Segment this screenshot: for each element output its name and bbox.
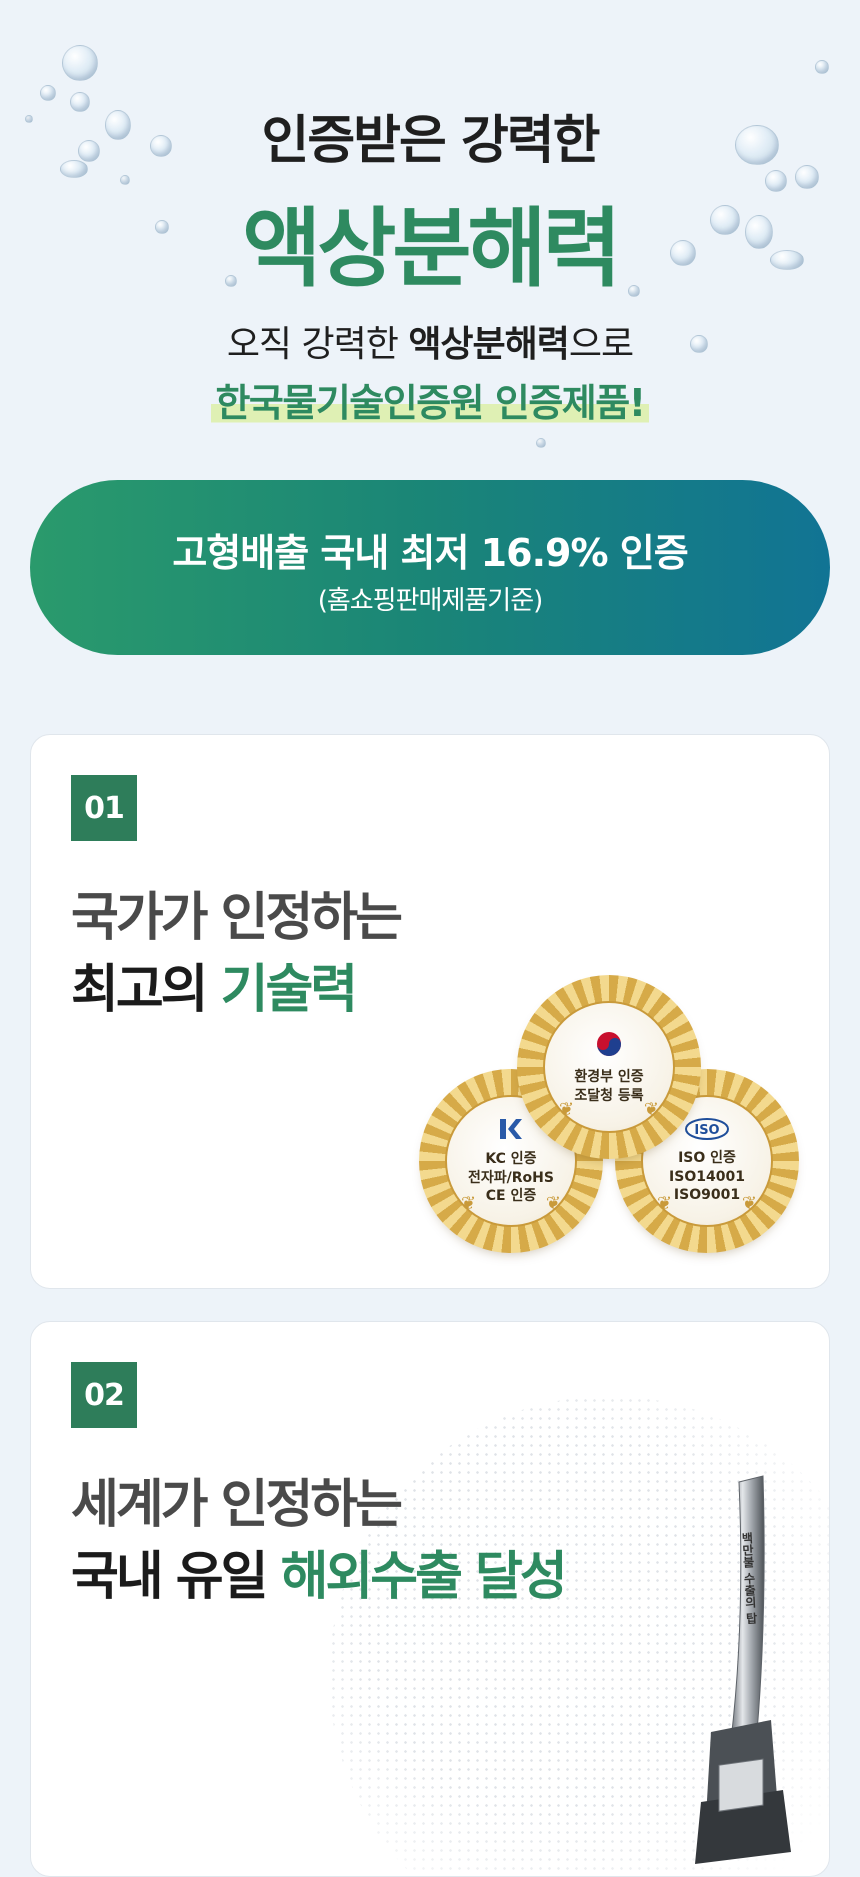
card-heading-line2: 국내 유일 해외수출 달성: [71, 1534, 568, 1609]
hero-title: 액상분해력: [242, 199, 622, 299]
certification-pill: 고형배출 국내 최저 16.9% 인증 (홈쇼핑판매제품기준): [30, 480, 830, 655]
feature-card-export: 02 세계가 인정하는 국내 유일 해외수출 달성 백만불 수출의 탑: [30, 1321, 830, 1877]
medal-kc-line2: 전자파/RoHS: [468, 1169, 554, 1186]
export-trophy: 백만불 수출의 탑: [671, 1472, 801, 1872]
medal-kc-line1: KC 인증: [485, 1151, 537, 1168]
card-heading-line2: 최고의 기술력: [71, 947, 359, 1022]
card-heading-line1: 세계가 인정하는: [71, 1475, 403, 1535]
svg-text:ISO: ISO: [694, 1123, 719, 1138]
hero-subtitle-suffix: 으로: [568, 324, 634, 365]
card-number-badge: 01: [71, 775, 137, 841]
card-heading-prefix: 국내 유일: [71, 1547, 281, 1607]
card-number-badge: 02: [71, 1362, 137, 1428]
medal-iso-line3: ISO9001: [673, 1186, 741, 1203]
card-heading-highlight: 해외수출 달성: [280, 1547, 568, 1607]
feature-card-technology: 01 국가가 인정하는 최고의 기술력 KC 인증 전자파/RoHS CE 인증…: [30, 734, 830, 1289]
certification-main-text: 고형배출 국내 최저 16.9% 인증: [172, 531, 688, 575]
hero-headline: 인증받은 강력한: [261, 111, 601, 171]
medal-kc-line3: CE 인증: [485, 1187, 537, 1204]
medal-ministry-line2: 조달청 등록: [574, 1087, 644, 1104]
trophy-icon: [695, 1475, 791, 1864]
medal-iso-line1: ISO 인증: [678, 1150, 736, 1167]
card-heading-prefix: 최고의: [71, 960, 221, 1020]
hero-subtitle-prefix: 오직 강력한: [226, 324, 409, 365]
iso-logo-icon: ISO: [685, 1118, 729, 1145]
hero-highlight-text: 한국물기술인증원 인증제품!: [211, 372, 649, 427]
medal-iso-line2: ISO14001: [669, 1168, 745, 1185]
card-heading-line1: 국가가 인정하는: [71, 888, 403, 948]
kc-mark-icon: [498, 1117, 524, 1146]
hero-subtitle-bold: 액상분해력: [408, 324, 570, 365]
card-heading-highlight: 기술력: [220, 960, 359, 1020]
medal-ministry: 환경부 인증 조달청 등록 ❦ ❦: [517, 975, 701, 1159]
korea-emblem-icon: [594, 1029, 624, 1064]
certification-sub-text: (홈쇼핑판매제품기준): [317, 586, 544, 616]
medal-ministry-line1: 환경부 인증: [574, 1069, 644, 1086]
hero-section: 인증받은 강력한 액상분해력 오직 강력한 액상분해력으로 한국물기술인증원 인…: [0, 0, 860, 470]
hero-subtitle: 오직 강력한 액상분해력으로: [0, 315, 860, 367]
